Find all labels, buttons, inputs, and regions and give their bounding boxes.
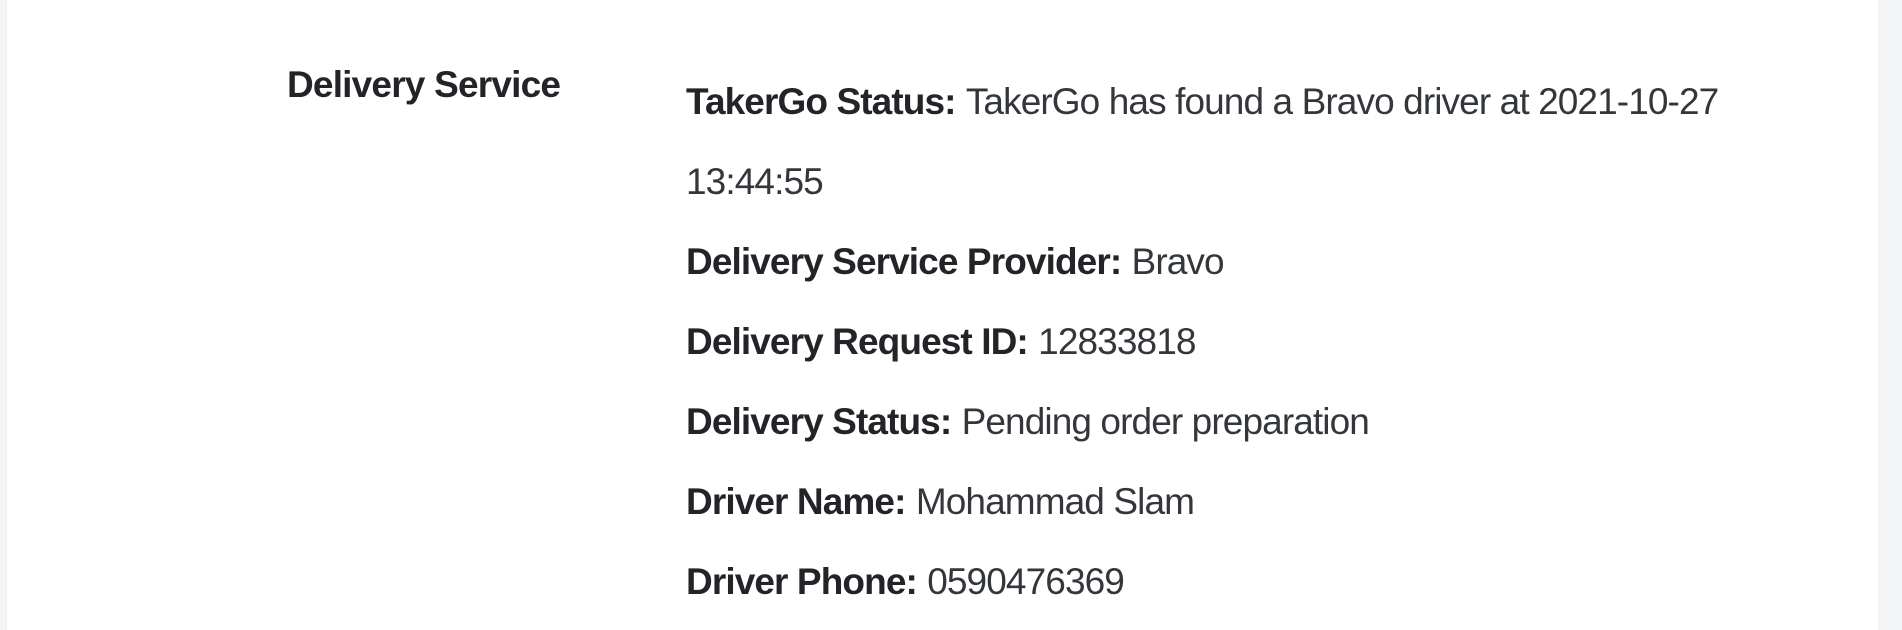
detail-row-driver-phone: Driver Phone: 0590476369 (686, 542, 1866, 622)
detail-key: TakerGo Status: (686, 81, 956, 122)
left-border (0, 0, 7, 630)
detail-key: Delivery Request ID: (686, 321, 1029, 362)
detail-key: Driver Phone: (686, 561, 918, 602)
delivery-service-panel: Delivery Service TakerGo Status: TakerGo… (7, 0, 1877, 630)
detail-row-provider: Delivery Service Provider: Bravo (686, 222, 1866, 302)
detail-key: Delivery Status: (686, 401, 952, 442)
section-label: Delivery Service (287, 64, 561, 105)
right-scroll-gutter (1878, 0, 1902, 630)
detail-value: 12833818 (1038, 321, 1196, 362)
delivery-details-list: TakerGo Status: TakerGo has found a Brav… (686, 62, 1866, 622)
detail-row-request-id: Delivery Request ID: 12833818 (686, 302, 1866, 382)
order-detail-page: Delivery Service TakerGo Status: TakerGo… (0, 0, 1902, 630)
detail-key: Driver Name: (686, 481, 906, 522)
detail-value: Bravo (1131, 241, 1225, 282)
detail-row-delivery-status: Delivery Status: Pending order preparati… (686, 382, 1866, 462)
detail-row-driver-name: Driver Name: Mohammad Slam (686, 462, 1866, 542)
detail-row-takergo-status: TakerGo Status: TakerGo has found a Brav… (686, 62, 1856, 222)
detail-key: Delivery Service Provider: (686, 241, 1122, 282)
detail-value: 0590476369 (927, 561, 1125, 602)
detail-value: Pending order preparation (961, 401, 1370, 442)
detail-value: Mohammad Slam (915, 481, 1195, 522)
